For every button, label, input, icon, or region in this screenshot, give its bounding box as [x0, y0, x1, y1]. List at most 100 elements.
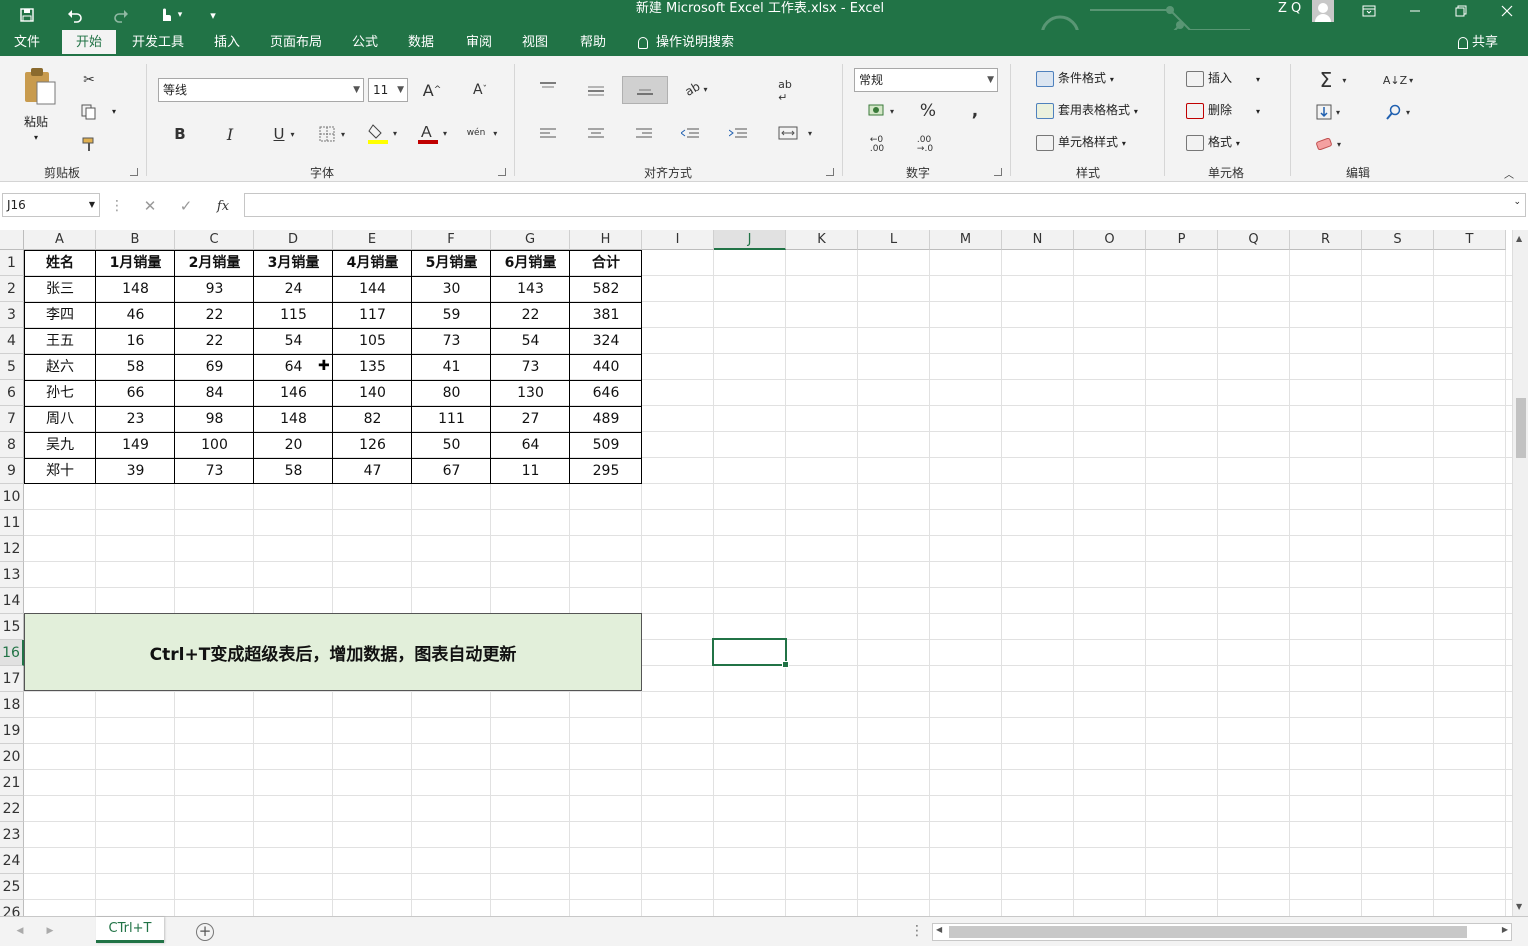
tab-home[interactable]: 开始	[62, 30, 116, 56]
minimize-icon[interactable]	[1392, 0, 1438, 22]
comma-style-icon[interactable]: ,	[962, 100, 988, 122]
row-header-11[interactable]: 11	[0, 510, 24, 536]
table-cell[interactable]: 30	[412, 276, 491, 302]
insert-function-icon[interactable]: fx	[210, 196, 236, 216]
scroll-left-icon[interactable]: ◀	[936, 925, 942, 934]
table-header-cell[interactable]: 3月销量	[254, 250, 333, 276]
column-header-i[interactable]: I	[642, 230, 714, 250]
row-header-14[interactable]: 14	[0, 588, 24, 614]
table-cell[interactable]: 张三	[24, 276, 96, 302]
column-header-r[interactable]: R	[1290, 230, 1362, 250]
table-cell[interactable]: 115	[254, 302, 333, 328]
table-cell[interactable]: 295	[570, 458, 642, 484]
column-header-l[interactable]: L	[858, 230, 930, 250]
tab-review[interactable]: 审阅	[456, 30, 502, 56]
align-top-icon[interactable]	[536, 76, 560, 98]
table-cell[interactable]: 93	[175, 276, 254, 302]
table-cell[interactable]: 16	[96, 328, 175, 354]
increase-decimal-icon[interactable]: ←0.00	[862, 134, 892, 156]
row-header-4[interactable]: 4	[0, 328, 24, 354]
table-cell[interactable]: 27	[491, 406, 570, 432]
clipboard-launcher-icon[interactable]	[130, 168, 138, 176]
font-family-select[interactable]: 等线 ▼	[158, 78, 364, 102]
share-button[interactable]: 共享	[1458, 30, 1498, 56]
scroll-down-icon[interactable]: ▼	[1516, 902, 1522, 911]
tab-help[interactable]: 帮助	[570, 30, 616, 56]
table-cell[interactable]: 98	[175, 406, 254, 432]
font-color-button[interactable]: A ▾	[412, 118, 452, 148]
tab-data[interactable]: 数据	[398, 30, 444, 56]
tab-insert[interactable]: 插入	[204, 30, 250, 56]
table-cell[interactable]: 24	[254, 276, 333, 302]
table-cell[interactable]: 149	[96, 432, 175, 458]
restore-icon[interactable]	[1438, 0, 1484, 22]
autosum-icon[interactable]: Σ ▾	[1310, 68, 1356, 92]
increase-font-size-button[interactable]: A ^	[420, 78, 444, 102]
row-header-9[interactable]: 9	[0, 458, 24, 484]
row-header-10[interactable]: 10	[0, 484, 24, 510]
touch-mode-icon[interactable]: ▾	[152, 0, 188, 30]
orientation-icon[interactable]: ab ▾	[678, 78, 714, 100]
cut-icon[interactable]: ✂	[78, 70, 100, 90]
column-header-q[interactable]: Q	[1218, 230, 1290, 250]
select-all-corner[interactable]	[0, 230, 24, 250]
table-cell[interactable]: 23	[96, 406, 175, 432]
clear-icon[interactable]: ▾	[1310, 132, 1346, 156]
align-bottom-icon[interactable]	[622, 76, 668, 104]
row-header-25[interactable]: 25	[0, 874, 24, 900]
table-cell[interactable]: 孙七	[24, 380, 96, 406]
table-header-cell[interactable]: 2月销量	[175, 250, 254, 276]
fill-icon[interactable]: ▾	[1310, 100, 1346, 124]
add-sheet-icon[interactable]: +	[196, 923, 214, 941]
align-middle-icon[interactable]	[584, 80, 608, 102]
decrease-decimal-icon[interactable]: .00 →.0	[910, 134, 940, 156]
table-cell[interactable]: 46	[96, 302, 175, 328]
row-header-6[interactable]: 6	[0, 380, 24, 406]
column-header-o[interactable]: O	[1074, 230, 1146, 250]
table-cell[interactable]: 73	[412, 328, 491, 354]
row-header-24[interactable]: 24	[0, 848, 24, 874]
table-cell[interactable]: 47	[333, 458, 412, 484]
row-header-15[interactable]: 15	[0, 614, 24, 640]
horizontal-scrollbar[interactable]: ◀ ▶	[932, 923, 1512, 941]
row-header-20[interactable]: 20	[0, 744, 24, 770]
table-cell[interactable]: 郑十	[24, 458, 96, 484]
table-header-cell[interactable]: 姓名	[24, 250, 96, 276]
conditional-formatting-button[interactable]: 条件格式 ▾	[1036, 70, 1114, 88]
column-header-j[interactable]: J	[714, 230, 786, 250]
table-cell[interactable]: 84	[175, 380, 254, 406]
column-header-a[interactable]: A	[24, 230, 96, 250]
table-cell[interactable]: 82	[333, 406, 412, 432]
table-cell[interactable]: 130	[491, 380, 570, 406]
horizontal-scroll-thumb[interactable]	[949, 926, 1467, 938]
table-cell[interactable]: 646	[570, 380, 642, 406]
table-cell[interactable]: 59	[412, 302, 491, 328]
row-header-17[interactable]: 17	[0, 666, 24, 692]
save-icon[interactable]	[14, 0, 40, 30]
name-box[interactable]: J16 ▼	[2, 193, 100, 217]
row-header-19[interactable]: 19	[0, 718, 24, 744]
find-select-icon[interactable]: ▾	[1380, 100, 1416, 124]
alignment-launcher-icon[interactable]	[826, 168, 834, 176]
table-header-cell[interactable]: 5月销量	[412, 250, 491, 276]
table-cell[interactable]: 吴九	[24, 432, 96, 458]
table-cell[interactable]: 73	[175, 458, 254, 484]
table-cell[interactable]: 489	[570, 406, 642, 432]
number-format-select[interactable]: 常规 ▼	[854, 68, 998, 92]
note-box[interactable]: Ctrl+T变成超级表后，增加数据，图表自动更新	[24, 613, 642, 691]
row-header-18[interactable]: 18	[0, 692, 24, 718]
table-header-cell[interactable]: 合计	[570, 250, 642, 276]
copy-icon[interactable]	[78, 102, 100, 122]
decrease-font-size-button[interactable]: Aˇ	[468, 78, 492, 102]
copy-dropdown-icon[interactable]: ▾	[112, 104, 116, 120]
scroll-right-icon[interactable]: ▶	[1502, 925, 1508, 934]
redo-icon[interactable]	[108, 0, 134, 30]
column-header-c[interactable]: C	[175, 230, 254, 250]
row-header-3[interactable]: 3	[0, 302, 24, 328]
column-header-m[interactable]: M	[930, 230, 1002, 250]
row-header-22[interactable]: 22	[0, 796, 24, 822]
increase-indent-icon[interactable]	[726, 122, 750, 144]
row-header-8[interactable]: 8	[0, 432, 24, 458]
table-cell[interactable]: 41	[412, 354, 491, 380]
table-cell[interactable]: 148	[254, 406, 333, 432]
